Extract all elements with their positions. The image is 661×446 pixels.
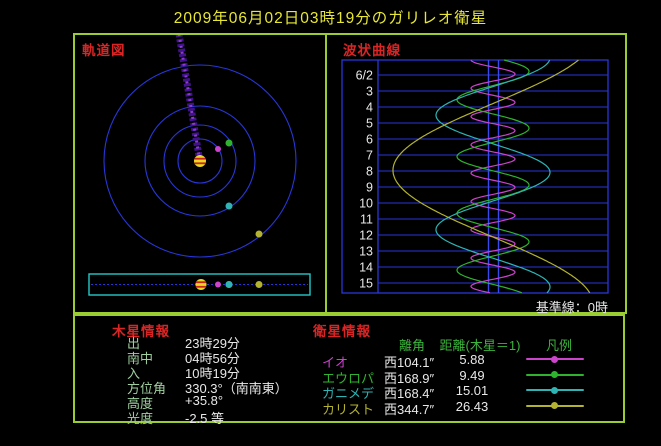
app-window: 6/23456789101112131415 2009年06月02日03時19分… bbox=[0, 0, 661, 446]
legend-dot-europa bbox=[551, 371, 558, 378]
jupiter-rise-label: 出 bbox=[127, 333, 185, 348]
legend-header: 凡例 bbox=[528, 335, 590, 354]
satellite-info-title: 衛星情報 bbox=[313, 320, 371, 340]
legend-dot-io bbox=[551, 356, 558, 363]
panel-divider bbox=[325, 35, 327, 312]
jupiter-set-value: 10時19分 bbox=[185, 363, 240, 378]
moon-distance-io: 5.88 bbox=[436, 352, 508, 367]
moon-elongation-callisto: 西344.7″ bbox=[384, 399, 434, 418]
legend-dot-ganymede bbox=[551, 387, 558, 394]
jupiter-transit-value: 04時56分 bbox=[185, 348, 240, 363]
jupiter-altitude-label: 高度 bbox=[127, 393, 185, 408]
jupiter-magnitude-value: -2.5 等 bbox=[185, 408, 224, 423]
moon-distance-europa: 9.49 bbox=[436, 368, 508, 383]
jupiter-azimuth-value: 330.3°（南南東） bbox=[185, 378, 288, 393]
baseline-note: 基準線：0時 bbox=[470, 297, 608, 316]
jupiter-transit-label: 南中 bbox=[127, 348, 185, 363]
top-panel-frame bbox=[73, 33, 627, 314]
jupiter-magnitude-label: 光度 bbox=[127, 408, 185, 423]
orbit-panel-title: 軌道図 bbox=[82, 39, 126, 59]
moon-distance-ganymede: 15.01 bbox=[436, 383, 508, 398]
jupiter-altitude-value: +35.8° bbox=[185, 393, 223, 408]
wave-panel-title: 波状曲線 bbox=[343, 39, 401, 59]
moon-name-callisto: カリスト bbox=[322, 399, 374, 418]
legend-dot-callisto bbox=[551, 402, 558, 409]
jupiter-rise-value: 23時29分 bbox=[185, 333, 240, 348]
page-title: 2009年06月02日03時19分のガリレオ衛星 bbox=[0, 6, 661, 28]
jupiter-azimuth-label: 方位角 bbox=[127, 378, 185, 393]
moon-distance-callisto: 26.43 bbox=[436, 399, 508, 414]
jupiter-set-label: 入 bbox=[127, 363, 185, 378]
